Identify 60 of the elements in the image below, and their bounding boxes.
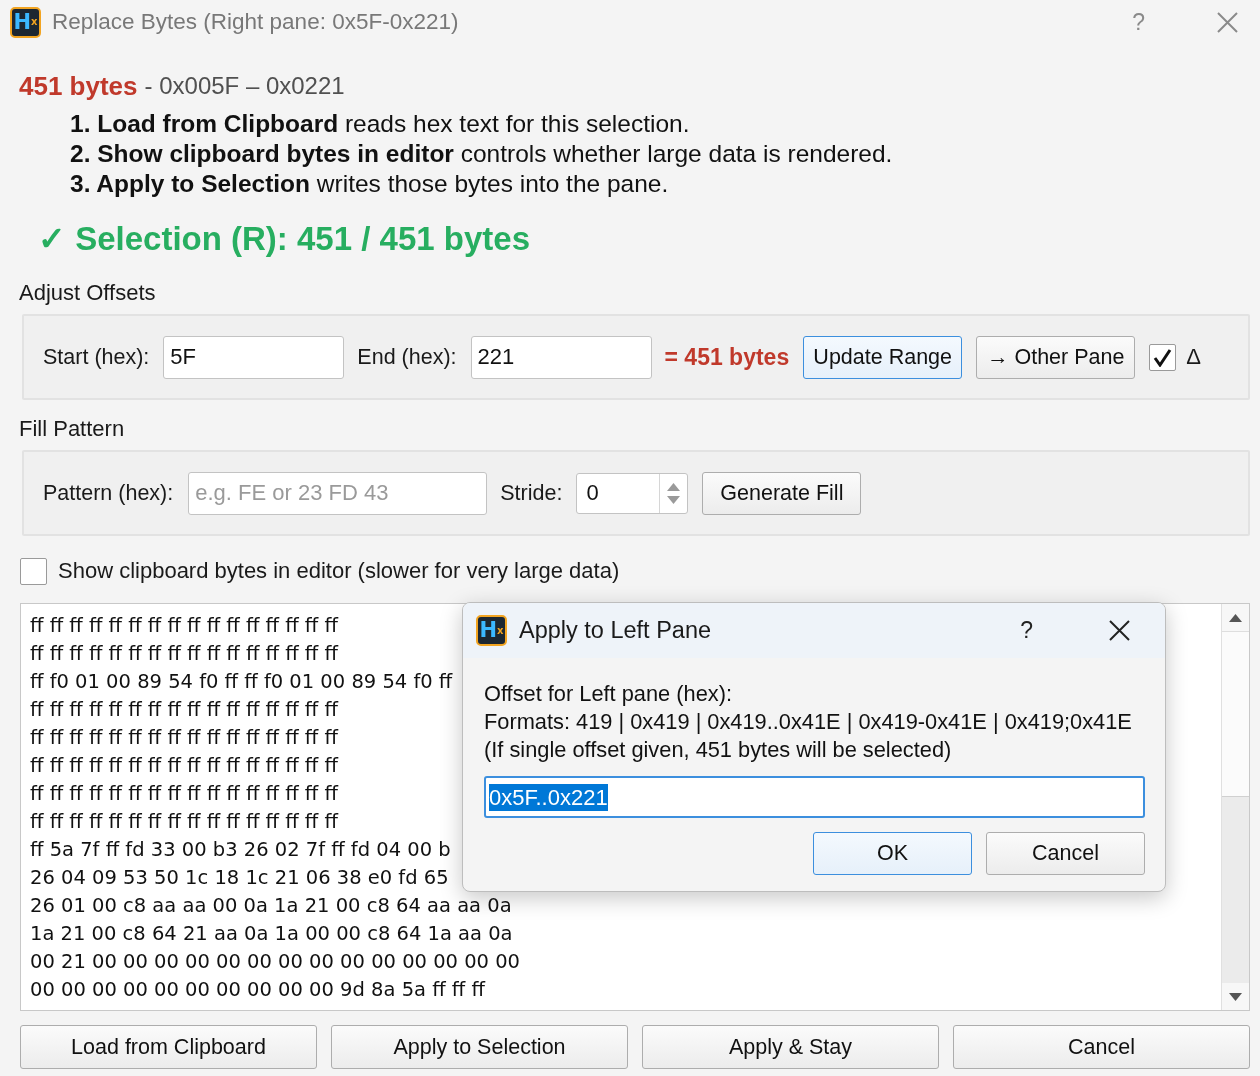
group-title: Adjust Offsets — [19, 280, 156, 306]
checkbox-label: Δ — [1186, 344, 1201, 370]
hex-line: ff 5a 7f ff fd 33 00 b3 26 02 7f ff fd 04 00 b — [30, 838, 451, 862]
help-button[interactable]: ? — [1020, 617, 1033, 644]
hex-line: ff f0 01 00 89 54 f0 ff ff f0 01 00 89 54 f0 ff — [30, 670, 453, 694]
dialog-text: Formats: 419 | 0x419 | 0x419..0x41E | 0x419-0x41E | 0x419;0x41E — [484, 708, 1132, 736]
close-icon[interactable] — [1109, 620, 1130, 641]
selection-status: ✓ Selection (R): 451 / 451 bytes — [38, 219, 530, 259]
start-input[interactable]: 5F — [163, 335, 345, 379]
checkbox[interactable] — [20, 557, 47, 585]
instruction-text: 1. Load from Clipboard reads hex text for this selection. — [70, 109, 690, 139]
dialog-button[interactable]: Apply to Selection — [331, 1025, 628, 1069]
scrollbar[interactable] — [1221, 604, 1249, 1010]
field-label: Start (hex): — [43, 344, 150, 370]
instruction-text: 2. Show clipboard bytes in editor controls whether large data is rendered. — [70, 139, 893, 169]
window-title: Replace Bytes (Right pane: 0x5F-0x221) — [52, 9, 460, 35]
hex-line: ff ff ff ff ff ff ff ff ff ff ff ff ff ff ff ff — [30, 810, 338, 834]
dialog-button[interactable]: OK — [813, 832, 972, 875]
checkbox-label: Show clipboard bytes in editor (slower for very large data) — [58, 558, 620, 584]
selected-text: 0x5F..0x221 — [489, 783, 608, 811]
end-input[interactable]: 221 — [470, 335, 652, 379]
dialog-text: Offset for Left pane (hex): — [484, 680, 732, 708]
dialog-text: (If single offset given, 451 bytes will be selected) — [484, 736, 952, 764]
scroll-up-icon[interactable] — [1229, 613, 1242, 622]
pattern-input[interactable]: e.g. FE or 23 FD 43 — [188, 471, 488, 515]
checkbox[interactable] — [1149, 343, 1177, 371]
spin-down-icon[interactable] — [667, 495, 681, 504]
hex-line: 00 21 00 00 00 00 00 00 00 00 00 00 00 00 00 00 — [30, 950, 520, 974]
offset-input[interactable]: 0x5F..0x221 — [484, 776, 1145, 818]
group-title: Fill Pattern — [19, 416, 125, 442]
hex-line: ff ff ff ff ff ff ff ff ff ff ff ff ff ff ff ff — [30, 726, 338, 750]
hex-line: 26 04 09 53 50 1c 18 1c 21 06 38 e0 fd 65 — [30, 866, 449, 890]
action-button[interactable]: → Other Pane — [976, 335, 1136, 379]
hex-line: ff ff ff ff ff ff ff ff ff ff ff ff ff ff ff ff — [30, 614, 338, 638]
stride-spinbox[interactable]: 0 — [576, 472, 689, 514]
dialog-title: Apply to Left Pane — [519, 617, 713, 644]
dialog-button[interactable]: Apply & Stay — [642, 1025, 939, 1069]
dialog-button[interactable]: Cancel — [986, 832, 1145, 875]
field-label: End (hex): — [357, 344, 457, 370]
field-label: Pattern (hex): — [43, 480, 174, 506]
scrollbar-thumb[interactable] — [1222, 631, 1249, 797]
hex-line: ff ff ff ff ff ff ff ff ff ff ff ff ff ff ff ff — [30, 642, 338, 666]
hex-line: ff ff ff ff ff ff ff ff ff ff ff ff ff ff ff ff — [30, 754, 338, 778]
hex-line: ff ff ff ff ff ff ff ff ff ff ff ff ff ff ff ff — [30, 698, 338, 722]
hex-line: ff ff ff ff ff ff ff ff ff ff ff ff ff ff ff ff — [30, 782, 338, 806]
scroll-down-icon[interactable] — [1229, 992, 1242, 1001]
checkmark-icon — [1153, 347, 1173, 367]
hex-line: 1a 21 00 c8 64 21 aa 0a 1a 00 00 c8 64 1a aa 0a — [30, 922, 513, 946]
range-text: - 0x005F – 0x0221 — [144, 72, 345, 100]
field-label: Stride: — [500, 480, 563, 506]
hex-line: 00 00 00 00 00 00 00 00 00 00 9d 8a 5a ff ff ff — [30, 978, 485, 1002]
dialog-button[interactable]: Cancel — [953, 1025, 1250, 1069]
dialog-button[interactable]: Load from Clipboard — [20, 1025, 317, 1069]
action-button[interactable]: Update Range — [803, 335, 963, 379]
instruction-text: 3. Apply to Selection writes those bytes into the pane. — [70, 169, 669, 199]
hex-line: 26 01 00 c8 aa aa 00 0a 1a 21 00 c8 64 aa aa 0a — [30, 894, 512, 918]
byte-count-text: 451 bytes — [19, 70, 138, 102]
byte-count-text: = 451 bytes — [664, 343, 790, 371]
generate-fill-button[interactable]: Generate Fill — [702, 471, 862, 515]
spin-up-icon[interactable] — [667, 482, 681, 491]
